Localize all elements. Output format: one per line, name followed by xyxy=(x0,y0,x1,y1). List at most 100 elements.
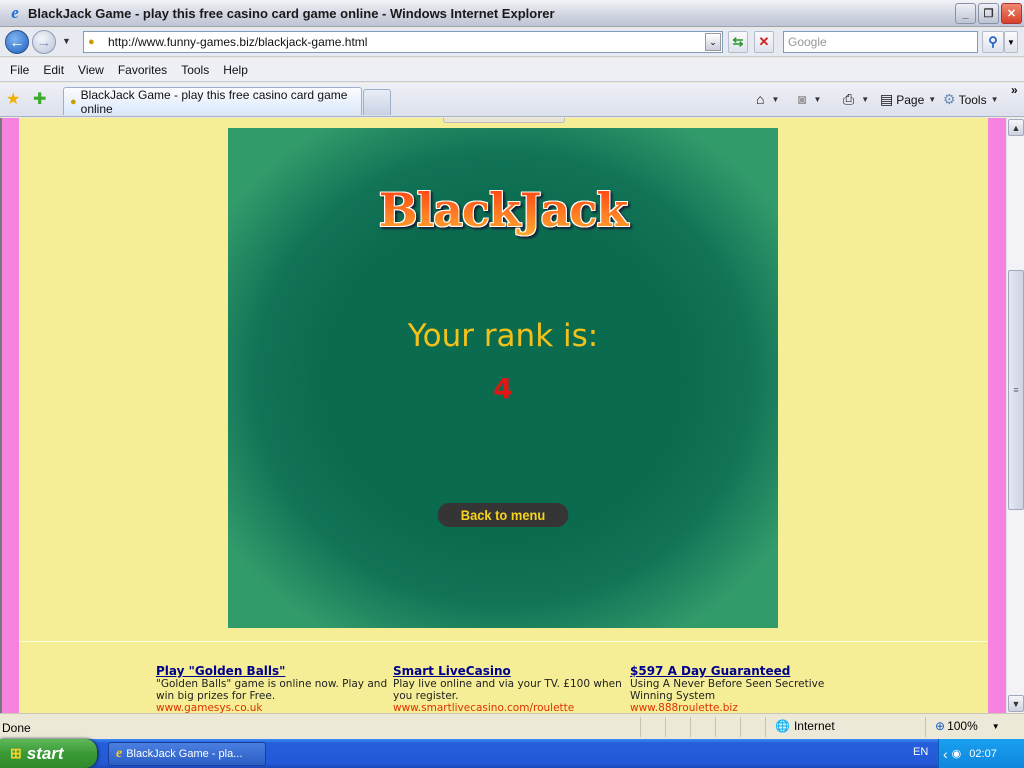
menu-file[interactable]: File xyxy=(3,63,36,77)
menu-help[interactable]: Help xyxy=(216,63,255,77)
right-side-strip xyxy=(988,118,1006,713)
status-separator xyxy=(690,717,691,737)
vertical-scrollbar[interactable]: ▲ ≡ ▼ xyxy=(1006,118,1024,713)
windows-taskbar: ⊞ start e BlackJack Game - pla... EN ‹ ◉ 0… xyxy=(0,739,1024,768)
start-label: start xyxy=(26,743,64,763)
menu-tools[interactable]: Tools xyxy=(174,63,216,77)
language-indicator[interactable]: EN xyxy=(913,746,928,758)
status-separator xyxy=(640,717,641,737)
ad-item: Play "Golden Balls" "Golden Balls" game … xyxy=(156,665,393,714)
favorites-center-icon[interactable]: ★ xyxy=(6,89,20,109)
taskbar-item-ie[interactable]: e BlackJack Game - pla... xyxy=(108,742,266,766)
status-separator xyxy=(765,717,766,737)
feeds-button[interactable]: ◙ ▼ xyxy=(798,91,821,107)
window-titlebar: e BlackJack Game - play this free casino… xyxy=(0,0,1024,27)
search-button[interactable]: ⚲ xyxy=(982,31,1004,53)
page-label: Page xyxy=(896,92,925,107)
ad-item: Smart LiveCasino Play live online and vi… xyxy=(393,665,630,714)
close-button[interactable]: ✕ xyxy=(1001,3,1022,24)
status-separator xyxy=(715,717,716,737)
gear-icon: ⚙ xyxy=(943,91,956,107)
start-button[interactable]: ⊞ start xyxy=(0,739,97,768)
print-button[interactable]: ⎙ ▼ xyxy=(843,91,869,108)
content-divider xyxy=(19,641,988,642)
refresh-button[interactable]: ⇆ xyxy=(728,31,748,53)
zoom-dropdown-icon: ▼ xyxy=(991,721,1000,731)
blackjack-game-canvas[interactable]: BlackJack Your rank is: 4 Back to menu xyxy=(228,128,778,628)
zoom-label: 100% xyxy=(947,719,978,733)
tab-title: BlackJack Game - play this free casino c… xyxy=(80,87,348,116)
security-zone[interactable]: 🌐 Internet xyxy=(775,719,835,733)
left-side-strip xyxy=(0,118,19,713)
home-icon: ⌂ xyxy=(756,91,765,107)
rank-value: 4 xyxy=(493,372,513,405)
search-input[interactable]: Google xyxy=(783,31,978,53)
tab-blackjack[interactable]: ● BlackJack Game - play this free casino… xyxy=(63,87,362,116)
page-icon: ▤ xyxy=(880,91,894,107)
ie-logo-icon: e xyxy=(11,3,19,22)
printer-icon: ⎙ xyxy=(843,91,855,107)
recent-pages-dropdown[interactable]: ▼ xyxy=(62,36,71,46)
menu-edit[interactable]: Edit xyxy=(36,63,71,77)
clock: 02:07 xyxy=(969,747,997,760)
rank-label: Your rank is: xyxy=(407,318,599,354)
ad-links: Play "Golden Balls" "Golden Balls" game … xyxy=(156,665,867,714)
zoom-level-button[interactable]: ⊕ 100% ▼ xyxy=(935,719,1000,733)
tray-app-icon[interactable]: ◉ xyxy=(952,747,962,760)
rss-icon: ◙ xyxy=(798,91,807,107)
tab-bar: ★ ✚ ● BlackJack Game - play this free ca… xyxy=(0,83,1024,117)
status-separator xyxy=(740,717,741,737)
status-separator xyxy=(925,717,926,737)
status-bar: Done 🌐 Internet ⊕ 100% ▼ xyxy=(0,713,1024,739)
tools-label: Tools xyxy=(958,92,987,107)
zoom-icon: ⊕ xyxy=(935,719,946,733)
tray-expand-icon[interactable]: ‹ xyxy=(943,746,948,762)
forward-button[interactable]: → xyxy=(32,30,56,54)
ad-title-link[interactable]: Play "Golden Balls" xyxy=(156,665,393,678)
new-tab-button[interactable] xyxy=(363,89,391,115)
toolbar-overflow-button[interactable]: » xyxy=(1011,83,1018,97)
home-button[interactable]: ⌂ ▼ xyxy=(756,91,779,107)
ad-title-link[interactable]: $597 A Day Guaranteed xyxy=(630,665,867,678)
tools-menu-button[interactable]: ⚙ Tools ▼ xyxy=(943,91,999,108)
ad-url-link[interactable]: www.gamesys.co.uk xyxy=(156,702,393,713)
add-favorite-icon[interactable]: ✚ xyxy=(33,89,46,109)
menu-bar: File Edit View Favorites Tools Help xyxy=(0,58,1024,82)
ad-text: Using A Never Before Seen Secretive Winn… xyxy=(630,678,825,702)
ad-url-link[interactable]: www.888roulette.biz xyxy=(630,702,867,713)
menu-view[interactable]: View xyxy=(71,63,111,77)
ad-text: "Golden Balls" game is online now. Play … xyxy=(156,678,388,702)
back-to-menu-button[interactable]: Back to menu xyxy=(437,503,569,527)
windows-flag-icon: ⊞ xyxy=(10,745,22,761)
search-options-dropdown[interactable]: ▼ xyxy=(1004,31,1018,53)
status-separator xyxy=(665,717,666,737)
status-text: Done xyxy=(2,721,31,735)
scroll-up-button[interactable]: ▲ xyxy=(1008,119,1024,136)
blackjack-logo: BlackJack xyxy=(228,183,778,237)
globe-icon: 🌐 xyxy=(775,719,790,733)
task-label: BlackJack Game - pla... xyxy=(126,748,243,760)
ad-url-link[interactable]: www.smartlivecasino.com/roulette xyxy=(393,702,630,713)
address-toolbar: ← → ▼ ● http://www.funny-games.biz/black… xyxy=(0,28,1024,57)
stop-button[interactable]: ✕ xyxy=(754,31,774,53)
page-favicon-icon: ● xyxy=(88,36,95,48)
page-menu-button[interactable]: ▤ Page ▼ xyxy=(880,91,936,108)
address-dropdown-button[interactable]: ⌄ xyxy=(705,33,721,51)
back-button[interactable]: ← xyxy=(5,30,29,54)
ad-text: Play live online and via your TV. £100 w… xyxy=(393,678,622,702)
zone-label: Internet xyxy=(793,719,835,733)
ad-title-link[interactable]: Smart LiveCasino xyxy=(393,665,630,678)
tab-favicon-icon: ● xyxy=(70,95,77,108)
restore-button[interactable]: ❐ xyxy=(978,3,999,24)
scroll-down-button[interactable]: ▼ xyxy=(1008,695,1024,712)
ie-taskbar-icon: e xyxy=(116,746,123,761)
scrollbar-thumb[interactable]: ≡ xyxy=(1008,270,1024,510)
page-viewport: BlackJack Your rank is: 4 Back to menu P… xyxy=(0,118,1006,713)
address-url-text: http://www.funny-games.biz/blackjack-gam… xyxy=(108,35,368,49)
window-title: BlackJack Game - play this free casino c… xyxy=(28,5,555,21)
ad-item: $597 A Day Guaranteed Using A Never Befo… xyxy=(630,665,867,714)
menu-favorites[interactable]: Favorites xyxy=(111,63,174,77)
game-header-strip xyxy=(443,118,565,123)
address-input[interactable]: ● http://www.funny-games.biz/blackjack-g… xyxy=(83,31,723,53)
minimize-button[interactable]: _ xyxy=(955,3,976,24)
